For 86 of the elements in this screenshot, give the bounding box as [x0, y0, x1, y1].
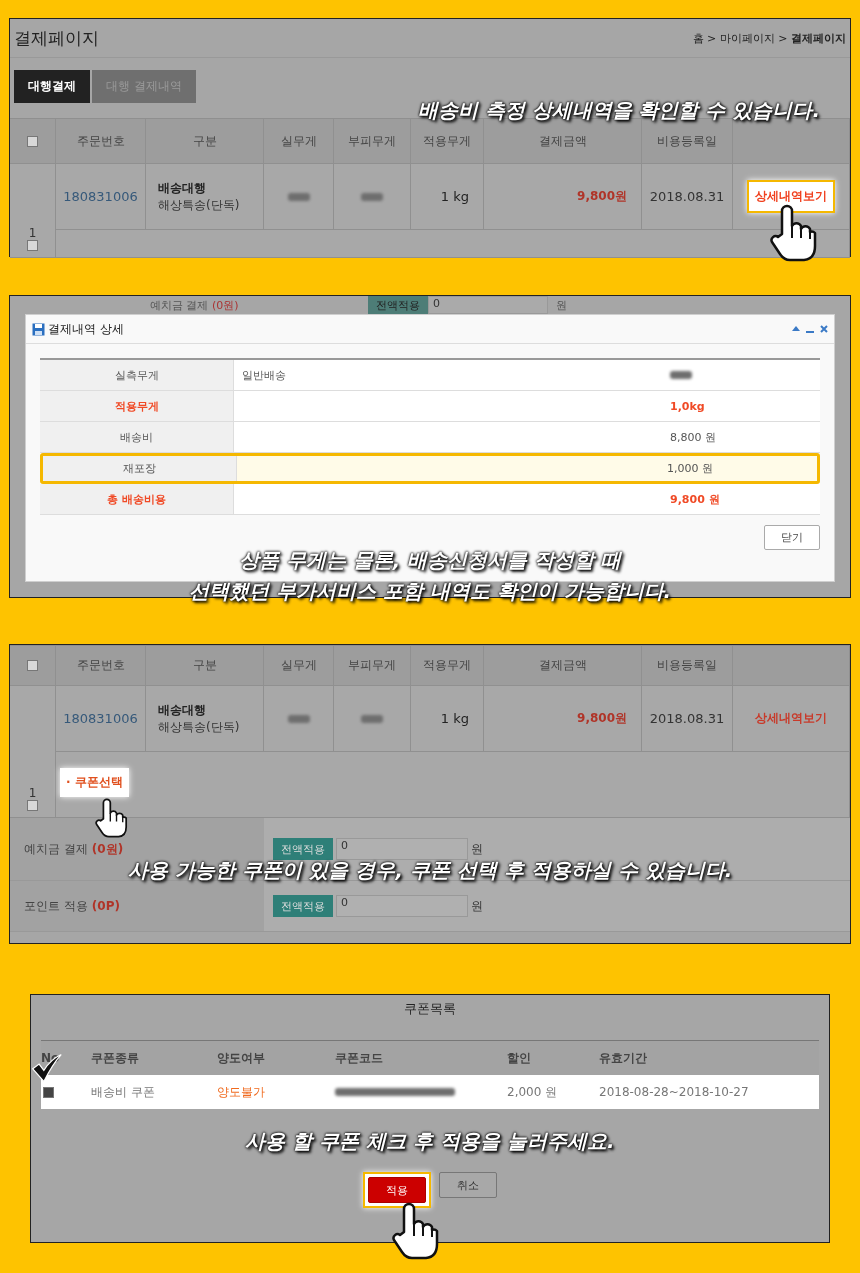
balance-amount: (0P) [91, 899, 120, 913]
column-header: 양도여부 [217, 1049, 265, 1067]
column-header: 비용등록일 [642, 646, 733, 686]
detail-value: 8,800 원 [670, 429, 716, 445]
instruction-caption: 상품 무게는 물론, 배송신청서를 작성할 때 선택했던 부가서비스 포함 내역도 확인이 가능합니다. [188, 547, 672, 605]
dialog-title: 쿠폰목록 [404, 1001, 456, 1016]
coupon-type: 배송비 쿠폰 [91, 1083, 155, 1101]
close-button[interactable]: 닫기 [764, 525, 820, 550]
apply-all-button[interactable]: 전액적용 [368, 296, 428, 314]
row-number: 1 [28, 226, 37, 240]
detail-value: 1,000 원 [667, 461, 713, 476]
detail-label: 적용무게 [114, 398, 159, 414]
registration-date: 2018.08.31 [649, 711, 725, 726]
column-header: 부피무게 [334, 119, 411, 164]
breadcrumb: 홈 > 마이페이지 > 결제페이지 [692, 30, 846, 46]
registration-date: 2018.08.31 [649, 189, 725, 204]
amount-input[interactable]: 0 [336, 838, 468, 860]
checkbox[interactable] [27, 800, 38, 811]
blurred-value [361, 714, 383, 723]
payment-label: 예치금 결제 [24, 840, 88, 858]
coupon-select-button[interactable]: · 쿠폰선택 [60, 768, 129, 797]
service-option: 해상특송(단독) [158, 196, 240, 214]
detail-view-button[interactable]: 상세내역보기 [749, 704, 833, 733]
apply-all-button[interactable]: 전액적용 [273, 838, 333, 860]
service-option: 해상특송(단독) [158, 718, 240, 736]
column-header: 주문번호 [56, 646, 146, 686]
blurred-value [287, 192, 310, 201]
balance-amount: (0원) [91, 840, 124, 858]
blurred-value [361, 192, 383, 201]
checkbox[interactable] [27, 660, 38, 671]
payment-amount: 9,800원 [577, 188, 627, 205]
column-header: 결제금액 [484, 646, 642, 686]
checkbox[interactable] [43, 1086, 54, 1098]
unit-label: 원 [471, 840, 483, 858]
unit-label: 원 [556, 297, 567, 313]
detail-value: 9,800 원 [670, 491, 720, 507]
column-header: 실무게 [264, 119, 334, 164]
discount-amount: 2,000 원 [507, 1083, 558, 1101]
checkbox[interactable] [27, 240, 38, 251]
blurred-value [287, 714, 310, 723]
order-number-link[interactable]: 180831006 [63, 189, 138, 204]
detail-view-button[interactable]: 상세내역보기 [747, 180, 835, 213]
service-name: 배송대행 [158, 701, 206, 719]
column-header: 구분 [146, 119, 264, 164]
dialog-title: 결제내역 상세 [48, 320, 124, 338]
column-header: 쿠폰종류 [91, 1049, 139, 1067]
detail-label: 총 배송비용 [107, 491, 166, 507]
transfer-status: 양도불가 [217, 1083, 265, 1101]
service-name: 배송대행 [158, 179, 206, 197]
close-icon[interactable] [820, 325, 828, 333]
order-number-link[interactable]: 180831006 [63, 711, 138, 726]
column-header: 실무게 [264, 646, 334, 686]
detail-note: 일반배송 [242, 367, 286, 383]
instruction-caption: 사용 가능한 쿠폰이 있을 경우, 쿠폰 선택 후 적용하실 수 있습니다. [126, 857, 734, 884]
save-icon [32, 322, 45, 336]
deposit-label: 예치금 결제 (0원) [150, 297, 240, 313]
apply-button[interactable]: 적용 [368, 1177, 426, 1203]
payment-label: 포인트 적용 [24, 897, 88, 915]
applied-weight: 1 kg [440, 189, 469, 204]
tab[interactable]: 대행결제 [14, 70, 90, 103]
hand-pointer-icon [94, 798, 128, 838]
payment-amount: 9,800원 [577, 710, 627, 727]
amount-input[interactable]: 0 [428, 296, 548, 314]
collapse-icon[interactable] [792, 325, 800, 331]
column-header: 적용무게 [411, 646, 484, 686]
page-title: 결제페이지 [14, 26, 99, 50]
unit-label: 원 [471, 897, 483, 915]
cancel-button[interactable]: 취소 [439, 1172, 497, 1198]
column-header: 쿠폰코드 [335, 1049, 383, 1067]
checkbox[interactable] [27, 135, 38, 147]
column-header: 구분 [146, 646, 264, 686]
column-header: 부피무게 [334, 646, 411, 686]
row-number: 1 [28, 786, 37, 800]
hand-pointer-icon [769, 204, 817, 262]
column-header: 주문번호 [56, 119, 146, 164]
column-header: 할인 [507, 1049, 531, 1067]
applied-weight: 1 kg [440, 711, 469, 726]
detail-label: 배송비 [120, 429, 153, 445]
detail-value: 1,0kg [670, 399, 705, 413]
amount-input[interactable]: 0 [336, 895, 468, 917]
detail-label: 재포장 [123, 461, 156, 476]
instruction-caption: 사용 할 쿠폰 체크 후 적용을 눌러주세요. [244, 1128, 616, 1155]
apply-all-button[interactable]: 전액적용 [273, 895, 333, 917]
validity-period: 2018-08-28~2018-10-27 [599, 1085, 749, 1099]
column-header: 유효기간 [599, 1049, 647, 1067]
detail-label: 실측무게 [114, 367, 159, 383]
